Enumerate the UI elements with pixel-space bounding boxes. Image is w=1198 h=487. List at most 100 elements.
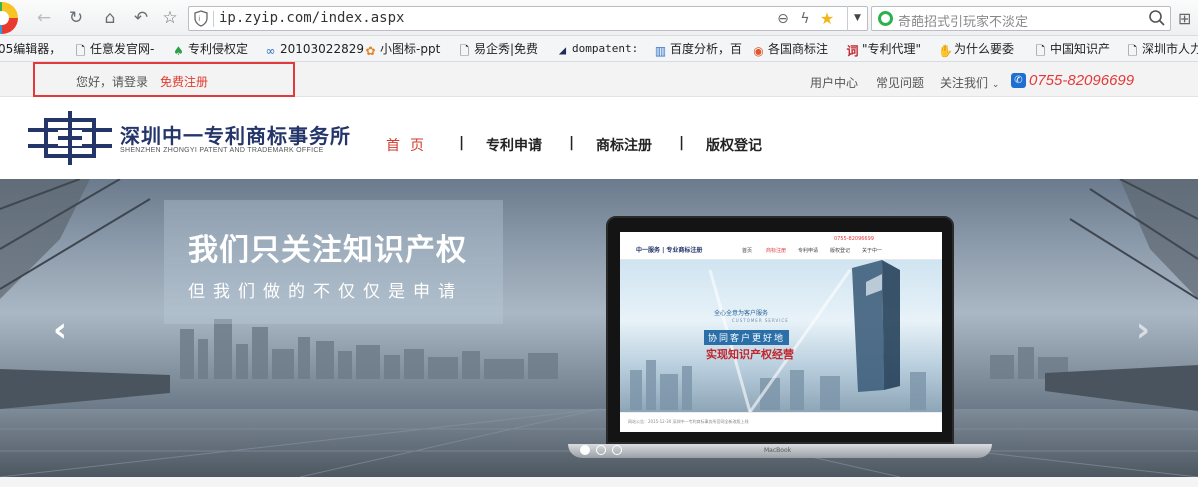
mini-banner-line2: 实现知识产权经营 (706, 348, 794, 361)
carousel-dot[interactable] (580, 445, 590, 455)
shield-icon: i (194, 10, 208, 27)
mini-nav-item: 商标注册 (766, 248, 787, 254)
bookmark-item[interactable]: ◢ dompatent: (556, 40, 638, 58)
faq-link[interactable]: 常见问题 (876, 74, 924, 91)
bookmark-item[interactable]: ◉ 各国商标注 (752, 40, 828, 58)
mini-badge-en: CUSTOMER SERVICE (732, 318, 789, 323)
user-center-link[interactable]: 用户中心 (810, 74, 858, 91)
doc-icon: 🗋 (459, 44, 470, 58)
register-link[interactable]: 免费注册 (160, 73, 208, 90)
bookmark-label: 易企秀|免费 (474, 42, 539, 56)
refresh-icon[interactable]: ↻ (64, 7, 88, 29)
url-text[interactable]: ip.zyip.com/index.aspx (219, 10, 404, 26)
phone-number: 0755-82096699 (1029, 72, 1135, 89)
mini-nav-item: 专利申请 (798, 248, 819, 254)
bookmark-item[interactable]: ✋为什么要委 (938, 40, 1014, 58)
site-topbar: 您好，请登录 免费注册 用户中心 常见问题 关注我们 ⌄ ✆ 0755-8209… (0, 62, 1198, 97)
company-logo-icon[interactable] (28, 111, 112, 165)
hero-banner[interactable]: 我们只关注知识产权 但我们做的不仅仅是申请 ‹ › 0755-82096699 … (0, 179, 1198, 477)
doc-icon: 🗋 (1127, 44, 1138, 58)
bookmark-item[interactable]: ♠ 专利侵权定 (172, 40, 248, 58)
nav-home[interactable]: 首页 (386, 135, 434, 155)
address-divider (213, 11, 214, 27)
chevron-right-icon[interactable]: › (1130, 313, 1156, 347)
dropdown-arrow-icon[interactable]: ▼ (847, 6, 867, 31)
triangle-icon: ◢ (558, 43, 567, 57)
bookmark-item[interactable]: 🗋 中国知识产 (1034, 40, 1110, 58)
mini-site-header: 0755-82096699 中一服务 | 专业商标注册 首页 商标注册 专利申请… (620, 232, 942, 260)
carousel-dot[interactable] (612, 445, 622, 455)
laptop-screen-content: 0755-82096699 中一服务 | 专业商标注册 首页 商标注册 专利申请… (620, 232, 942, 432)
ci-icon: 词 (846, 44, 859, 58)
bookmark-label: 各国商标注 (768, 42, 829, 56)
undo-icon[interactable]: ↶ (129, 7, 153, 29)
search-engine-icon[interactable] (878, 11, 893, 26)
search-bar[interactable]: 奇葩招式引玩家不淡定 (871, 6, 1171, 31)
bookmark-label: 百度分析，百 (670, 42, 743, 56)
mini-footer: 网站公告：2015-12-30 深圳中一专利商标事务所官网全新改版上线 (620, 412, 942, 432)
favorite-star-icon[interactable]: ★ (818, 10, 836, 28)
bookmark-label: 05编辑器， (0, 42, 62, 56)
leaf-icon: ♠ (173, 44, 184, 58)
bookmark-label: 中国知识产 (1050, 42, 1111, 56)
site-header: 深圳中一专利商标事务所 SHENZHEN ZHONGYI PATENT AND … (0, 97, 1198, 179)
nav-separator: | (459, 135, 465, 151)
doc-icon: 🗋 (1035, 44, 1046, 58)
address-bar[interactable]: i ip.zyip.com/index.aspx ⊖ ϟ ★ ▼ (188, 6, 868, 31)
browser-logo-icon[interactable] (0, 2, 18, 34)
bookmark-item[interactable]: 词 "专利代理" (846, 40, 921, 58)
nav-separator: | (569, 135, 575, 151)
hand-icon: ✋ (938, 44, 953, 58)
bookmark-item[interactable]: 🗋 深圳市人力 (1126, 40, 1198, 58)
mini-nav-item: 版权登记 (830, 248, 851, 254)
mini-logo: 中一服务 | 专业商标注册 (636, 247, 703, 254)
browser-toolbar: ← ↻ ⌂ ↶ ☆ i ip.zyip.com/index.aspx ⊖ ϟ ★… (0, 0, 1198, 36)
lightning-icon[interactable]: ϟ (796, 10, 814, 28)
bookmark-item[interactable]: ▥ 百度分析，百 (654, 40, 742, 58)
mini-nav-item: 首页 (742, 248, 753, 254)
login-greeting[interactable]: 您好，请登录 (76, 73, 148, 90)
bookmark-label: "专利代理" (862, 42, 922, 56)
mini-footer-text: 网站公告：2015-12-30 深圳中一专利商标事务所官网全新改版上线 (628, 419, 749, 424)
mini-nav-item: 关于中一 (862, 248, 883, 254)
banner-subtitle: 但我们做的不仅仅是申请 (188, 282, 463, 302)
chevron-down-icon: ⌄ (991, 80, 1000, 90)
link-icon: ∞ (265, 44, 276, 58)
bookmark-item[interactable]: 05编辑器， (0, 40, 61, 58)
follow-us-link[interactable]: 关注我们 ⌄ (940, 74, 999, 91)
home-icon[interactable]: ⌂ (98, 7, 122, 29)
flower-icon: ✿ (365, 44, 376, 58)
bookmark-label: 深圳市人力 (1142, 42, 1198, 56)
chart-icon: ▥ (654, 44, 667, 58)
nav-separator: | (679, 135, 685, 151)
bookmark-label: 任意发官网- (90, 42, 155, 56)
chevron-left-icon[interactable]: ‹ (47, 313, 73, 347)
search-input[interactable]: 奇葩招式引玩家不淡定 (898, 11, 1028, 30)
laptop-mockup: 0755-82096699 中一服务 | 专业商标注册 首页 商标注册 专利申请… (606, 216, 954, 444)
banner-title: 我们只关注知识产权 (188, 233, 467, 268)
mini-phone: 0755-82096699 (834, 236, 874, 242)
grid-icon[interactable]: ⊞ (1178, 9, 1198, 29)
company-name[interactable]: 深圳中一专利商标事务所 (120, 120, 351, 149)
shop-icon: ◉ (753, 44, 764, 58)
bookmark-label: 小图标-ppt (380, 42, 441, 56)
nav-patent-application[interactable]: 专利申请 (486, 135, 542, 155)
bookmark-item[interactable]: 🗋 易企秀|免费 (458, 40, 538, 58)
zoom-icon[interactable]: ⊖ (774, 10, 792, 28)
bookmark-label: dompatent: (572, 42, 639, 55)
phone-icon: ✆ (1011, 73, 1026, 88)
search-icon[interactable] (1148, 9, 1166, 27)
laptop-brand: MacBook (764, 447, 792, 454)
carousel-dot[interactable] (596, 445, 606, 455)
nav-trademark-registration[interactable]: 商标注册 (596, 135, 652, 155)
nav-copyright-registration[interactable]: 版权登记 (706, 135, 762, 155)
bookmark-item[interactable]: 🗋 任意发官网- (74, 40, 155, 58)
bookmarks-bar: 05编辑器， 🗋 任意发官网- ♠ 专利侵权定 ∞ 20103022829 ✿ 小图标-… (0, 36, 1198, 62)
mini-badge: 全心全意为客户服务 (714, 310, 769, 317)
back-arrow-icon[interactable]: ← (32, 7, 56, 29)
bookmark-item[interactable]: ✿ 小图标-ppt (364, 40, 440, 58)
follow-us-label: 关注我们 (940, 76, 989, 90)
bookmark-item[interactable]: ∞ 20103022829 (264, 40, 364, 58)
star-outline-icon[interactable]: ☆ (158, 7, 182, 29)
svg-text:i: i (198, 15, 200, 23)
